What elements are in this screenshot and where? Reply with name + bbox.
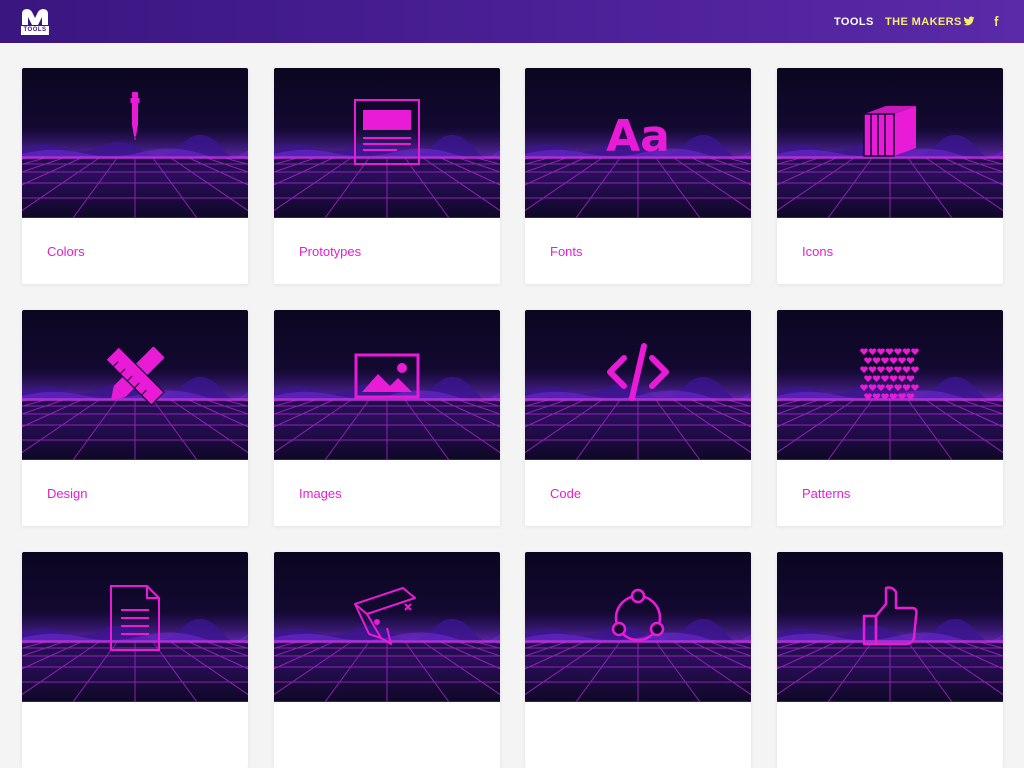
- tool-card[interactable]: [274, 552, 500, 768]
- card-image: [777, 68, 1003, 218]
- tool-card[interactable]: [525, 552, 751, 768]
- top-navigation-bar: TOOLS TOOLS THE MAKERS: [0, 0, 1024, 43]
- card-image: Aa: [525, 68, 751, 218]
- card-image: [22, 68, 248, 218]
- tool-card[interactable]: [22, 552, 248, 768]
- card-label: Prototypes: [299, 244, 362, 259]
- card-image: [22, 310, 248, 460]
- card-label: Design: [47, 486, 88, 501]
- card-image: [22, 552, 248, 702]
- card-label: Colors: [47, 244, 85, 259]
- card-image: [274, 68, 500, 218]
- tool-card[interactable]: Colors: [22, 68, 248, 284]
- tool-card[interactable]: Images: [274, 310, 500, 526]
- card-image: [777, 552, 1003, 702]
- tool-card[interactable]: Code: [525, 310, 751, 526]
- card-image: [525, 310, 751, 460]
- card-label: Icons: [802, 244, 834, 259]
- tool-card[interactable]: Icons: [777, 68, 1003, 284]
- site-logo[interactable]: TOOLS: [21, 8, 49, 35]
- font-icon: Aa: [606, 111, 670, 162]
- tool-card[interactable]: Aa Fonts: [525, 68, 751, 284]
- nav-tools-link[interactable]: TOOLS: [834, 14, 874, 30]
- nav-makers-link[interactable]: THE MAKERS: [885, 14, 962, 30]
- card-label: Fonts: [550, 244, 583, 259]
- card-image: [525, 552, 751, 702]
- card-image: [777, 310, 1003, 460]
- logo-tag: TOOLS: [21, 26, 49, 35]
- card-label: Images: [299, 486, 342, 501]
- tool-card[interactable]: Prototypes: [274, 68, 500, 284]
- facebook-icon[interactable]: [990, 15, 1002, 27]
- card-label: Patterns: [802, 486, 851, 501]
- tool-card[interactable]: Patterns: [777, 310, 1003, 526]
- twitter-icon[interactable]: [963, 15, 975, 27]
- card-image: [274, 552, 500, 702]
- svg-text:Aa: Aa: [606, 111, 670, 162]
- box-icon: [863, 106, 916, 157]
- tool-card[interactable]: [777, 552, 1003, 768]
- card-image: [274, 310, 500, 460]
- logo-m-icon: [22, 9, 48, 25]
- card-label: Code: [550, 486, 582, 501]
- tool-card[interactable]: Design: [22, 310, 248, 526]
